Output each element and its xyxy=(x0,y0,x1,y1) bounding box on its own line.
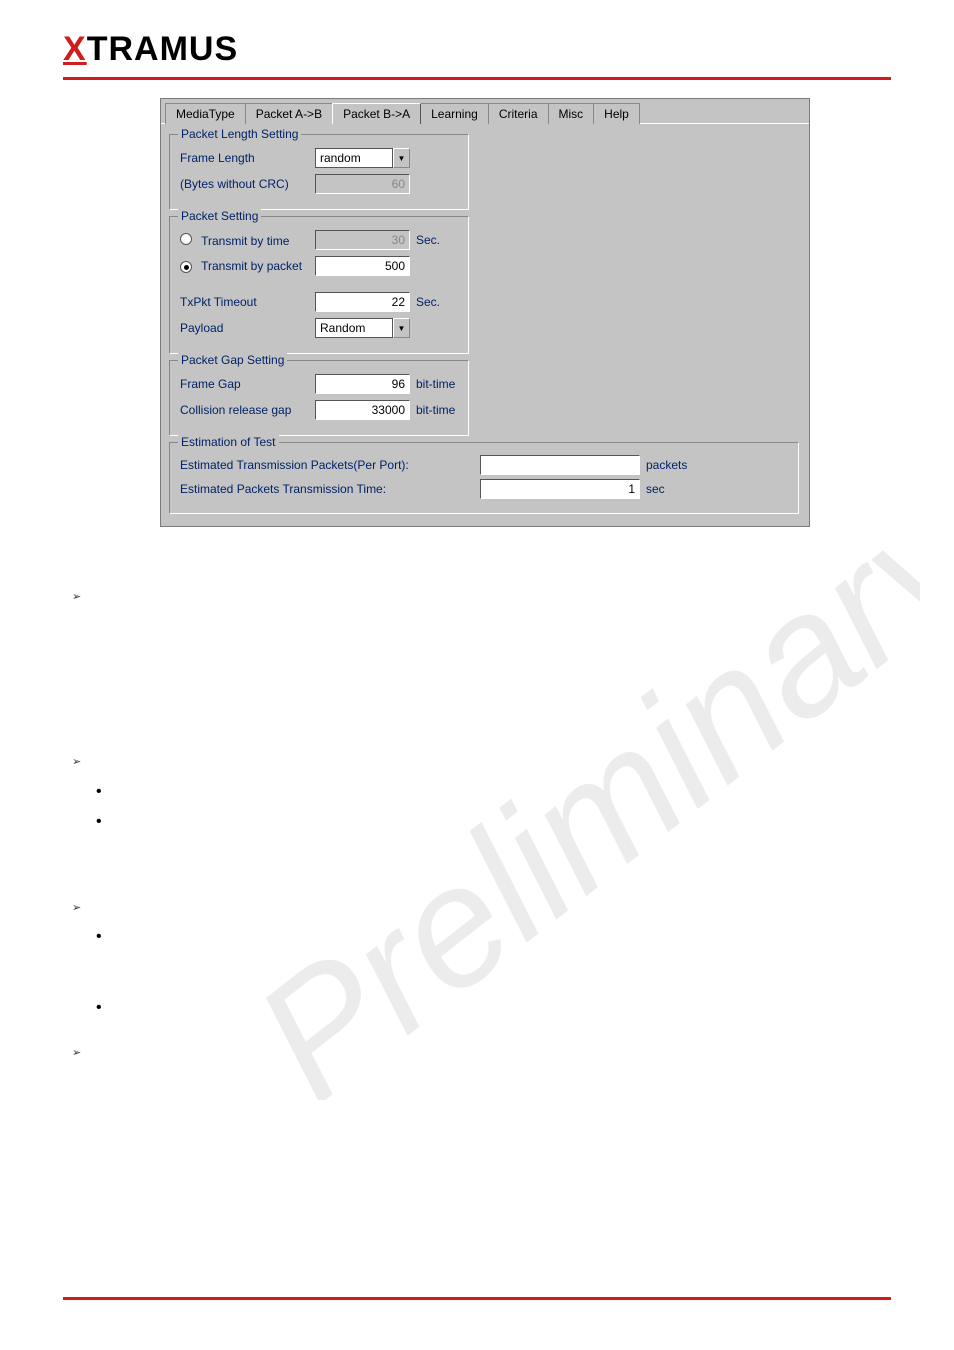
packets-unit: packets xyxy=(646,458,687,472)
group-estimation: Estimation of Test Estimated Transmissio… xyxy=(169,442,799,514)
transmit-by-packet-label: Transmit by packet xyxy=(201,259,302,273)
bullet-icon: • xyxy=(96,807,102,837)
settings-dialog: MediaType Packet A->B Packet B->A Learni… xyxy=(160,98,810,527)
bytes-without-crc-field: 60 xyxy=(315,174,410,194)
bit-time-unit: bit-time xyxy=(416,403,455,417)
group-title: Estimation of Test xyxy=(178,435,279,449)
frame-length-select[interactable]: random xyxy=(315,148,393,168)
transmit-by-packet-option[interactable]: Transmit by packet xyxy=(180,259,315,274)
radio-icon xyxy=(180,233,192,245)
frame-gap-label: Frame Gap xyxy=(180,377,315,391)
bullet-icon: • xyxy=(96,777,102,807)
transmit-by-time-field: 30 xyxy=(315,230,410,250)
tab-packet-a-b[interactable]: Packet A->B xyxy=(245,103,333,124)
bullet-list: ➢ ➢ • • ➢ • • ➢ xyxy=(72,587,106,1068)
payload-select[interactable]: Random xyxy=(315,318,393,338)
bytes-without-crc-label: (Bytes without CRC) xyxy=(180,177,315,191)
chevron-icon: ➢ xyxy=(72,752,81,773)
chevron-down-icon[interactable]: ▼ xyxy=(393,318,410,338)
bullet-icon: • xyxy=(96,922,102,952)
est-packets-field xyxy=(480,455,640,475)
logo-x: X xyxy=(63,30,87,68)
tab-packet-b-a[interactable]: Packet B->A xyxy=(332,103,421,124)
bottom-divider xyxy=(63,1297,891,1300)
bit-time-unit: bit-time xyxy=(416,377,455,391)
tab-help[interactable]: Help xyxy=(593,103,640,124)
group-title: Packet Length Setting xyxy=(178,127,301,141)
logo-rest: TRAMUS xyxy=(87,30,238,68)
txpkt-timeout-field[interactable]: 22 xyxy=(315,292,410,312)
group-packet-setting: Packet Setting Transmit by time 30 Sec. … xyxy=(169,216,469,354)
tab-criteria[interactable]: Criteria xyxy=(488,103,549,124)
chevron-icon: ➢ xyxy=(72,1043,81,1064)
frame-gap-field[interactable]: 96 xyxy=(315,374,410,394)
tab-learning[interactable]: Learning xyxy=(420,103,489,124)
sec-unit: Sec. xyxy=(416,233,440,247)
tab-body: Packet Length Setting Frame Length rando… xyxy=(161,123,809,526)
group-title: Packet Setting xyxy=(178,209,261,223)
chevron-icon: ➢ xyxy=(72,898,81,919)
top-divider xyxy=(63,77,891,80)
est-time-label: Estimated Packets Transmission Time: xyxy=(180,482,480,496)
collision-gap-label: Collision release gap xyxy=(180,403,315,417)
collision-gap-field[interactable]: 33000 xyxy=(315,400,410,420)
radio-icon xyxy=(180,261,192,273)
svg-text:Preliminary: Preliminary xyxy=(222,458,920,1100)
est-packets-label: Estimated Transmission Packets(Per Port)… xyxy=(180,458,480,472)
tab-mediatype[interactable]: MediaType xyxy=(165,103,246,124)
est-time-field: 1 xyxy=(480,479,640,499)
txpkt-timeout-label: TxPkt Timeout xyxy=(180,295,315,309)
transmit-by-time-label: Transmit by time xyxy=(201,234,289,248)
tab-misc[interactable]: Misc xyxy=(548,103,595,124)
group-packet-gap: Packet Gap Setting Frame Gap 96 bit-time… xyxy=(169,360,469,436)
chevron-icon: ➢ xyxy=(72,587,81,608)
transmit-by-packet-field[interactable]: 500 xyxy=(315,256,410,276)
payload-label: Payload xyxy=(180,321,315,335)
chevron-down-icon[interactable]: ▼ xyxy=(393,148,410,168)
bullet-icon: • xyxy=(96,993,102,1023)
sec-unit: sec xyxy=(646,482,665,496)
brand-logo: XTRAMUS xyxy=(63,30,238,69)
tab-strip: MediaType Packet A->B Packet B->A Learni… xyxy=(161,99,809,123)
group-title: Packet Gap Setting xyxy=(178,353,287,367)
frame-length-label: Frame Length xyxy=(180,151,315,165)
transmit-by-time-option[interactable]: Transmit by time xyxy=(180,233,315,248)
group-packet-length: Packet Length Setting Frame Length rando… xyxy=(169,134,469,210)
logo-bar: XTRAMUS xyxy=(0,0,954,77)
sec-unit: Sec. xyxy=(416,295,440,309)
